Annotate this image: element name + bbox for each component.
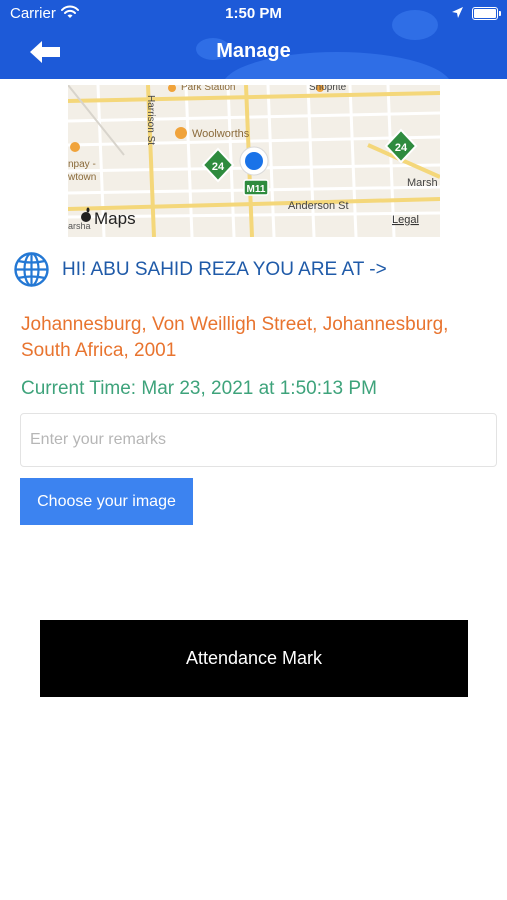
- attendance-mark-button[interactable]: Attendance Mark: [40, 620, 468, 697]
- svg-text:M11: M11: [247, 184, 266, 195]
- location-map[interactable]: Park Station Shoprite Woolworths npay - …: [68, 85, 440, 237]
- globe-icon: [14, 252, 49, 287]
- location-services-icon: [452, 7, 463, 18]
- map-canvas: Park Station Shoprite Woolworths npay - …: [68, 85, 440, 237]
- maps-attribution: Maps: [94, 209, 136, 228]
- map-label: arsha: [68, 221, 91, 231]
- address-text: Johannesburg, Von Weilligh Street, Johan…: [21, 314, 449, 361]
- map-label: Shoprite: [309, 85, 347, 93]
- map-label: Harrison St: [145, 95, 156, 145]
- page-title: Manage: [216, 40, 291, 62]
- route-marker-icon: M11: [243, 179, 269, 196]
- current-time-text: Current Time: Mar 23, 2021 at 1:50:13 PM: [21, 378, 377, 399]
- legal-link[interactable]: Legal: [392, 214, 419, 226]
- status-time: 1:50 PM: [225, 5, 282, 22]
- battery-icon: [472, 7, 498, 20]
- app-header: Carrier 1:50 PM Manage: [0, 0, 507, 79]
- map-label: npay -: [68, 159, 96, 170]
- svg-text:24: 24: [212, 161, 225, 173]
- current-location-icon: [239, 146, 269, 176]
- choose-image-button[interactable]: Choose your image: [20, 478, 193, 525]
- map-label: wtown: [68, 172, 96, 183]
- remarks-input[interactable]: [20, 413, 497, 467]
- svg-text:24: 24: [395, 142, 408, 154]
- map-label: Marsh: [407, 177, 438, 189]
- greeting-text: HI! ABU SAHID REZA YOU ARE AT ->: [62, 259, 387, 280]
- map-label: Anderson St: [288, 200, 349, 212]
- battery-tip: [499, 11, 501, 16]
- map-label: Park Station: [181, 85, 235, 93]
- map-label: Woolworths: [192, 128, 250, 140]
- status-bar: Carrier 1:50 PM: [0, 0, 507, 28]
